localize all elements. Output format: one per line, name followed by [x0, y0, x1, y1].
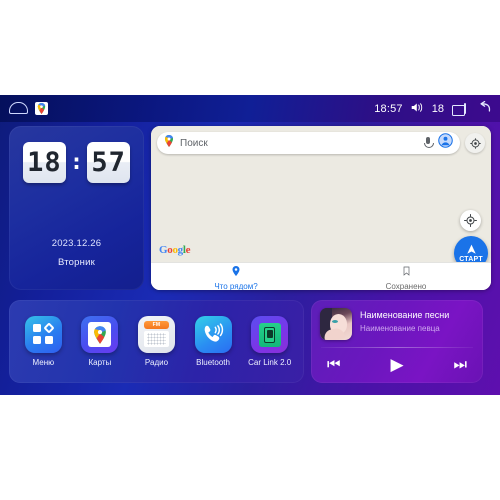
track-title: Наименование песни: [360, 310, 450, 320]
previous-track-icon[interactable]: ⏮: [327, 357, 341, 372]
car-link-tile: [258, 322, 281, 347]
app-label: Bluetooth: [196, 358, 230, 367]
back-glyph: [480, 100, 491, 112]
avatar-glyph: [438, 133, 453, 148]
media-controls: ⏮ ▶ ⏭: [321, 356, 473, 373]
account-avatar-icon[interactable]: [438, 133, 453, 153]
radio-grille: [143, 331, 169, 347]
flip-clock: 18 : 57: [9, 142, 144, 183]
tab-label: Сохранено: [385, 281, 427, 291]
clock-weekday: Вторник: [58, 257, 95, 268]
google-logo: Google: [159, 244, 191, 256]
app-label: Карты: [88, 358, 112, 367]
pin-glyph: [165, 135, 173, 147]
home-icon[interactable]: [9, 102, 28, 114]
app-radio[interactable]: FM Радио: [131, 316, 181, 367]
tab-label: Что рядом?: [214, 281, 258, 291]
app-maps[interactable]: Карты: [75, 316, 125, 367]
bluetooth-phone-icon: [194, 316, 232, 353]
app-menu[interactable]: Меню: [18, 316, 68, 367]
gear-glyph: [469, 137, 481, 149]
car-head-unit-screen: 18:57 18 18 : 57 2023.12.26 Вторник Поис…: [0, 95, 500, 395]
recents-icon[interactable]: [452, 103, 467, 116]
grid-glyph: [32, 322, 55, 345]
clock-hours: 18: [22, 142, 66, 183]
microphone-icon[interactable]: [424, 137, 434, 149]
pin-glyph: [232, 265, 240, 276]
search-placeholder-text: Поиск: [180, 137, 208, 149]
grille-dots: [146, 333, 166, 345]
volume-level: 18: [431, 102, 444, 115]
clock-minutes: 57: [87, 142, 131, 183]
divider: [321, 347, 473, 348]
bookmark-glyph: [403, 266, 409, 276]
track-artist: Наименование певца: [360, 324, 440, 333]
volume-icon[interactable]: [411, 100, 424, 118]
clock-date: 2023.12.26: [51, 238, 102, 249]
compass-glyph: [464, 214, 477, 227]
music-info-row: Наименование песни Наименование певца: [320, 308, 474, 340]
status-clock: 18:57: [374, 102, 403, 115]
bookmark-icon: [403, 263, 410, 281]
next-track-icon[interactable]: ⏭: [453, 357, 467, 372]
art-eye: [332, 320, 338, 323]
app-label: Меню: [32, 358, 55, 367]
album-art: [320, 308, 352, 340]
status-bar: 18:57 18: [0, 95, 500, 122]
app-shortcuts-panel: Меню Карты FM Радио Bluetooth Car Link 2…: [9, 300, 304, 383]
google-maps-badge-icon[interactable]: [35, 102, 48, 115]
app-label: Радио: [144, 358, 169, 367]
tab-whats-nearby[interactable]: Что рядом?: [151, 263, 321, 291]
phone-glyph: [264, 326, 276, 343]
radio-icon: FM: [137, 316, 175, 353]
search-input[interactable]: Поиск: [157, 132, 460, 154]
tab-saved[interactable]: Сохранено: [321, 263, 491, 291]
settings-gear-icon[interactable]: [465, 133, 485, 153]
app-car-link[interactable]: Car Link 2.0: [245, 316, 295, 367]
clock-widget[interactable]: 18 : 57 2023.12.26 Вторник: [9, 126, 144, 290]
pin-glyph: [94, 325, 106, 344]
music-player-widget[interactable]: Наименование песни Наименование певца ⏮ …: [311, 300, 483, 383]
clock-separator: :: [69, 149, 84, 175]
compass-icon[interactable]: [460, 210, 481, 231]
volume-glyph: [411, 102, 422, 112]
radio-fm-display: FM: [143, 321, 169, 329]
radio-body: FM: [143, 321, 170, 348]
map-search-row: Поиск: [157, 132, 485, 154]
car-link-icon: [251, 316, 289, 353]
maps-icon: [81, 316, 119, 353]
app-label: Car Link 2.0: [248, 358, 292, 367]
map-bottom-tabs: Что рядом? Сохранено: [151, 262, 491, 290]
navigation-arrow-icon: [466, 244, 476, 254]
logo-letter: e: [185, 244, 191, 256]
app-bluetooth[interactable]: Bluetooth: [188, 316, 238, 367]
music-text: Наименование песни Наименование певца: [360, 308, 449, 333]
phone-waves-glyph: [204, 322, 224, 342]
play-icon[interactable]: ▶: [390, 356, 403, 373]
location-pin-icon: [232, 263, 240, 281]
google-maps-widget[interactable]: Поиск Google СТАРТ Что рядом? Сохранено: [151, 126, 491, 290]
menu-grid-icon: [24, 316, 62, 353]
back-arrow-icon[interactable]: [475, 100, 491, 118]
pin-glyph: [37, 103, 46, 114]
maps-tile: [88, 322, 112, 347]
google-maps-pin-icon: [164, 134, 174, 152]
